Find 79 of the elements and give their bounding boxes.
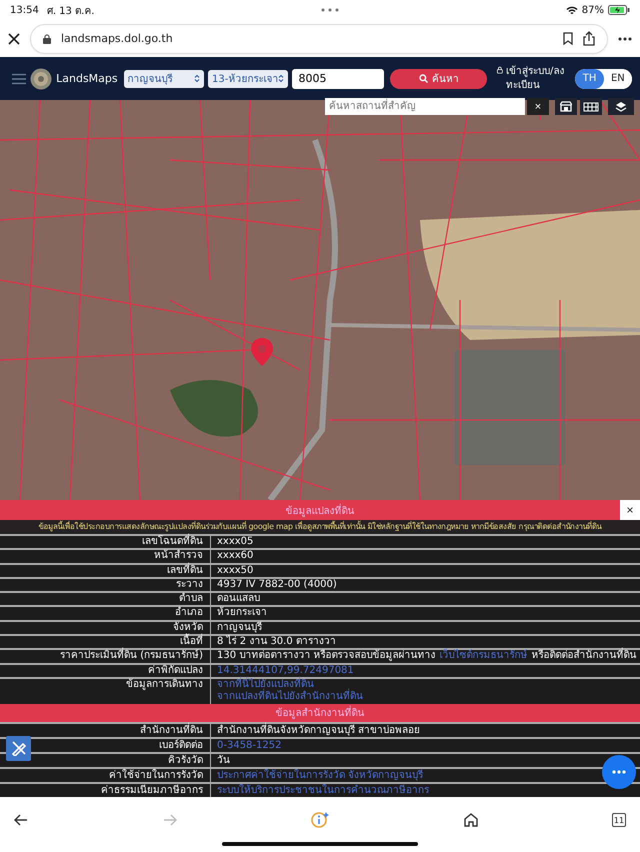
clear-button[interactable]: ×: [527, 98, 549, 115]
more-dots-icon: [320, 8, 340, 12]
field-label: ราคาประเมินที่ดิน (กรมธนารักษ์): [60, 650, 203, 662]
field-label: หน้าสำรวจ: [154, 550, 203, 562]
field-label: เบอร์ติดต่อ: [159, 740, 203, 751]
field-label: คิวรังวัด: [168, 754, 203, 766]
more-dots-icon: [612, 770, 626, 774]
map-pin-icon: [251, 338, 273, 366]
chevron-updown-icon: [278, 74, 284, 83]
lock-icon: [497, 64, 503, 74]
home-icon[interactable]: [464, 813, 478, 828]
shop-button[interactable]: [555, 98, 577, 115]
field-value: ห้วยกระเจา: [217, 607, 267, 620]
url-text: landsmaps.dol.go.th: [61, 32, 173, 45]
link[interactable]: 0-3458-1252: [217, 738, 282, 752]
field-label: สำนักงานที่ดิน: [140, 724, 203, 736]
menu-icon[interactable]: [12, 72, 26, 84]
field-label: เนื้อที่: [180, 636, 203, 648]
field-label: ค่าใช้จ่ายในการรังวัด: [109, 770, 203, 781]
field-value: สำนักงานที่ดินจังหวัดกาญจนบุรี สาขาบ่อพลอย: [217, 724, 420, 737]
search-button[interactable]: ค้นหา: [390, 68, 488, 88]
more-icon[interactable]: [618, 36, 632, 40]
field-label: จังหวัด: [173, 622, 203, 633]
chevron-updown-icon: [194, 74, 200, 83]
field-value: ดอนแสลบ: [217, 593, 260, 606]
seal-logo-icon: [30, 68, 52, 90]
layers-button[interactable]: [608, 98, 634, 115]
battery-charging-icon: [608, 5, 630, 15]
field-label: เลขที่ดิน: [167, 564, 203, 576]
field-value: 130 บาทต่อตารางวา หรือตรวจสอบข้อมูลผ่านทาง: [217, 650, 436, 663]
field-label: ข้อมูลการเดินทาง: [126, 678, 203, 690]
close-button[interactable]: ×: [620, 500, 640, 520]
link[interactable]: ประกาศค่าใช้จ่ายในการรังวัด จังหวัดกาญจนบุรี: [217, 768, 424, 782]
link[interactable]: 14.31444107,99.72497081: [217, 664, 354, 677]
language-tab[interactable]: TH: [575, 68, 604, 88]
grid-button[interactable]: [580, 98, 602, 115]
field-label: ค่าธรรมเนียมภาษีอากร: [101, 784, 203, 796]
link[interactable]: ระบบให้บริการประชาชนในการคำนวณภาษีอากร: [217, 784, 429, 797]
field-value: xxxx60: [217, 550, 254, 563]
field-label: ระวาง: [176, 578, 203, 590]
tab-count[interactable]: 11: [612, 813, 626, 828]
search-icon: [418, 74, 428, 83]
district-select[interactable]: 13-ห้วยกระเจา: [208, 70, 288, 88]
grid-icon: [583, 102, 599, 112]
province-select[interactable]: กาญจนบุรี: [124, 70, 204, 88]
field-value: xxxx50: [217, 564, 254, 577]
storefront-icon: [560, 101, 572, 112]
panel-title: ข้อมูลสำนักงานที่ดิน: [276, 705, 364, 720]
status-time: 13:54: [10, 4, 39, 16]
wifi-icon: [566, 6, 578, 14]
login-link[interactable]: เข้าสู่ระบบ/ลงทะเบียน: [497, 64, 572, 92]
logo-text: LandsMaps: [56, 72, 118, 85]
field-label: อำเภอ: [175, 607, 203, 618]
field-label: เลขโฉนดที่ดิน: [142, 536, 203, 547]
field-value: หรือติดต่อสำนักงานที่ดิน: [531, 650, 636, 663]
share-icon[interactable]: [583, 31, 595, 46]
field-value: 8 ไร่ 2 งาน 30.0 ตารางวา: [217, 636, 336, 648]
status-date: ศ. 13 ต.ค.: [46, 4, 94, 18]
field-value: 4937 IV 7882-00 (4000): [217, 578, 337, 592]
field-value: วัน: [217, 754, 230, 767]
link[interactable]: เว็บไซต์กรมธนารักษ์: [439, 650, 528, 663]
parcel-number-field[interactable]: 8005: [292, 68, 384, 88]
place-search-field[interactable]: ค้นหาสถานที่สำคัญ: [325, 98, 525, 115]
panel-title: ข้อมูลแปลงที่ดิน: [286, 502, 354, 518]
address-bar[interactable]: landsmaps.dol.go.th: [30, 24, 608, 54]
pencil-ruler-icon: [10, 740, 26, 756]
measure-tool-button[interactable]: [6, 736, 31, 761]
field-label: ตำบล: [179, 593, 203, 604]
field-value: กาญจนบุรี: [217, 622, 262, 634]
bookmark-icon[interactable]: [563, 32, 573, 45]
battery-percent: 87%: [582, 4, 604, 16]
field-value: xxxx05: [217, 536, 254, 548]
link[interactable]: จากแปลงที่ดินไปยังสำนักงานที่ดิน: [217, 691, 363, 704]
lock-icon: [43, 34, 51, 44]
field-label: ค่าพิกัดแปลง: [148, 664, 203, 676]
layers-icon: [615, 100, 627, 112]
back-arrow-icon[interactable]: [14, 814, 28, 826]
info-sparkle-icon[interactable]: [311, 811, 329, 830]
close-icon[interactable]: [8, 32, 20, 44]
